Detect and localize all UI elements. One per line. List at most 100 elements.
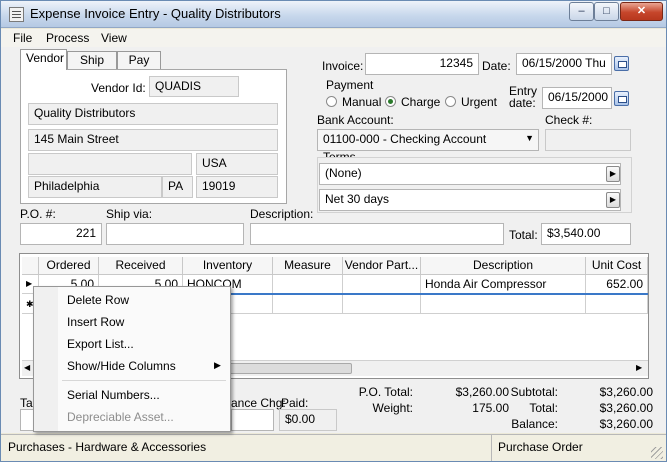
terms-1-arrow-icon[interactable]: ▶	[606, 166, 620, 182]
table-cell[interactable]	[343, 295, 421, 314]
description-label: Description:	[250, 207, 314, 221]
payment-charge-label: Charge	[401, 95, 441, 109]
terms-2-arrow-icon[interactable]: ▶	[606, 192, 620, 208]
subtotal-label: Subtotal:	[510, 385, 558, 399]
tab-vendor[interactable]: Vendor	[20, 49, 67, 70]
menu-item-insert-row[interactable]: Insert Row	[67, 315, 124, 329]
column-header-description[interactable]: Description	[421, 257, 586, 275]
check-number-field[interactable]	[545, 129, 631, 151]
paid-field[interactable]: $0.00	[279, 409, 337, 431]
total-field[interactable]: $3,540.00	[541, 223, 631, 245]
grid-corner	[22, 257, 39, 275]
table-cell[interactable]	[421, 295, 586, 314]
subtotal-value: $3,260.00	[599, 385, 653, 399]
status-document-type: Purchase Order	[498, 440, 583, 454]
scroll-left-icon[interactable]: ◀	[24, 363, 30, 372]
entry-date-label: Entry date:	[509, 84, 538, 110]
context-menu: Delete Row Insert Row Export List... Sho…	[33, 286, 231, 432]
resize-grip-icon[interactable]	[651, 447, 663, 459]
menu-item-delete-row[interactable]: Delete Row	[67, 293, 129, 307]
terms-field-2[interactable]: Net 30 days	[319, 189, 621, 211]
total-label: Total:	[509, 228, 538, 242]
vendor-name-field[interactable]: Quality Distributors	[28, 103, 278, 125]
ship-via-field[interactable]	[106, 223, 244, 245]
po-number-label: P.O. #:	[20, 207, 56, 221]
payment-manual-radio[interactable]	[326, 96, 337, 107]
po-total-value: $3,260.00	[455, 385, 509, 399]
grand-total-value: $3,260.00	[599, 401, 653, 415]
status-bar: Purchases - Hardware & Accessories Purch…	[1, 434, 666, 461]
column-header-measure[interactable]: Measure	[273, 257, 343, 275]
invoice-label: Invoice:	[322, 59, 364, 73]
expense-invoice-window: Expense Invoice Entry - Quality Distribu…	[0, 0, 667, 462]
payment-charge-radio[interactable]	[385, 96, 396, 107]
payment-urgent-label: Urgent	[461, 95, 498, 109]
close-button[interactable]: ✕	[620, 2, 663, 21]
description-field[interactable]	[250, 223, 504, 245]
context-menu-gutter	[34, 287, 58, 431]
menu-item-depreciable-asset: Depreciable Asset...	[67, 410, 174, 424]
zip-field[interactable]: 19019	[196, 176, 278, 198]
entry-calendar-icon[interactable]	[614, 91, 629, 106]
tab-pay-to[interactable]: Pay To	[117, 51, 161, 81]
payment-label: Payment	[326, 78, 374, 92]
menu-item-show-hide-columns[interactable]: Show/Hide Columns	[67, 359, 176, 373]
window-title: Expense Invoice Entry - Quality Distribu…	[30, 6, 281, 21]
menu-view[interactable]: View	[101, 31, 127, 45]
table-cell[interactable]	[273, 295, 343, 314]
bank-account-select[interactable]: 01100-000 - Checking Account ▼	[317, 129, 539, 151]
grand-total-label: Total:	[529, 401, 558, 415]
city-field[interactable]: Philadelphia	[28, 176, 162, 198]
table-cell[interactable]	[586, 295, 648, 314]
maximize-button[interactable]: □	[594, 2, 619, 21]
minimize-button[interactable]: –	[569, 2, 594, 21]
status-divider	[491, 435, 492, 461]
submenu-arrow-icon: ▶	[214, 360, 221, 370]
calendar-icon[interactable]	[614, 56, 629, 71]
menu-bar: File Process View	[1, 29, 666, 47]
entry-date-field[interactable]: 06/15/2000	[542, 87, 612, 109]
po-total-label: P.O. Total:	[358, 385, 413, 399]
menu-item-serial-numbers[interactable]: Serial Numbers...	[67, 388, 160, 402]
po-number-field[interactable]: 221	[20, 223, 102, 245]
finance-charge-field[interactable]	[231, 409, 274, 431]
menu-file[interactable]: File	[13, 31, 32, 45]
scroll-right-icon[interactable]: ▶	[636, 363, 642, 372]
balance-label: Balance:	[511, 417, 558, 431]
column-header-vendor-part[interactable]: Vendor Part...	[343, 257, 421, 275]
payment-manual-label: Manual	[342, 95, 382, 109]
check-number-label: Check #:	[545, 113, 593, 127]
column-header-received[interactable]: Received	[99, 257, 183, 275]
menu-process[interactable]: Process	[46, 31, 89, 45]
ship-via-label: Ship via:	[106, 207, 153, 221]
dropdown-arrow-icon[interactable]: ▼	[525, 133, 534, 143]
table-cell[interactable]: 652.00	[586, 275, 648, 294]
vendor-id-field[interactable]: QUADIS	[149, 76, 239, 97]
tab-ship-to[interactable]: Ship To	[67, 51, 117, 81]
table-cell[interactable]	[273, 275, 343, 294]
bank-account-label: Bank Account:	[317, 113, 394, 127]
app-icon	[9, 7, 24, 22]
invoice-date-field[interactable]: 06/15/2000 Thu	[516, 53, 612, 75]
menu-item-export-list[interactable]: Export List...	[67, 337, 134, 351]
table-cell[interactable]	[343, 275, 421, 294]
vendor-id-label: Vendor Id:	[91, 81, 146, 95]
menu-separator	[62, 380, 226, 381]
address-line1-field[interactable]: 145 Main Street	[28, 129, 278, 151]
tax-label: Ta	[20, 396, 33, 410]
column-header-ordered[interactable]: Ordered	[39, 257, 99, 275]
invoice-number-field[interactable]: 12345	[365, 53, 479, 75]
state-field[interactable]: PA	[162, 176, 193, 198]
terms-field-1[interactable]: (None)	[319, 163, 621, 185]
address-line2-field[interactable]	[28, 153, 192, 175]
table-cell[interactable]: Honda Air Compressor	[421, 275, 586, 294]
finance-charge-label: ance Chg:	[231, 396, 286, 410]
column-header-unit-cost[interactable]: Unit Cost	[586, 257, 648, 275]
payment-urgent-radio[interactable]	[445, 96, 456, 107]
weight-value: 175.00	[472, 401, 509, 415]
title-bar: Expense Invoice Entry - Quality Distribu…	[1, 1, 666, 28]
country-field[interactable]: USA	[196, 153, 278, 175]
bank-account-value: 01100-000 - Checking Account	[323, 132, 487, 146]
column-header-inventory[interactable]: Inventory	[183, 257, 273, 275]
status-category: Purchases - Hardware & Accessories	[8, 440, 207, 454]
